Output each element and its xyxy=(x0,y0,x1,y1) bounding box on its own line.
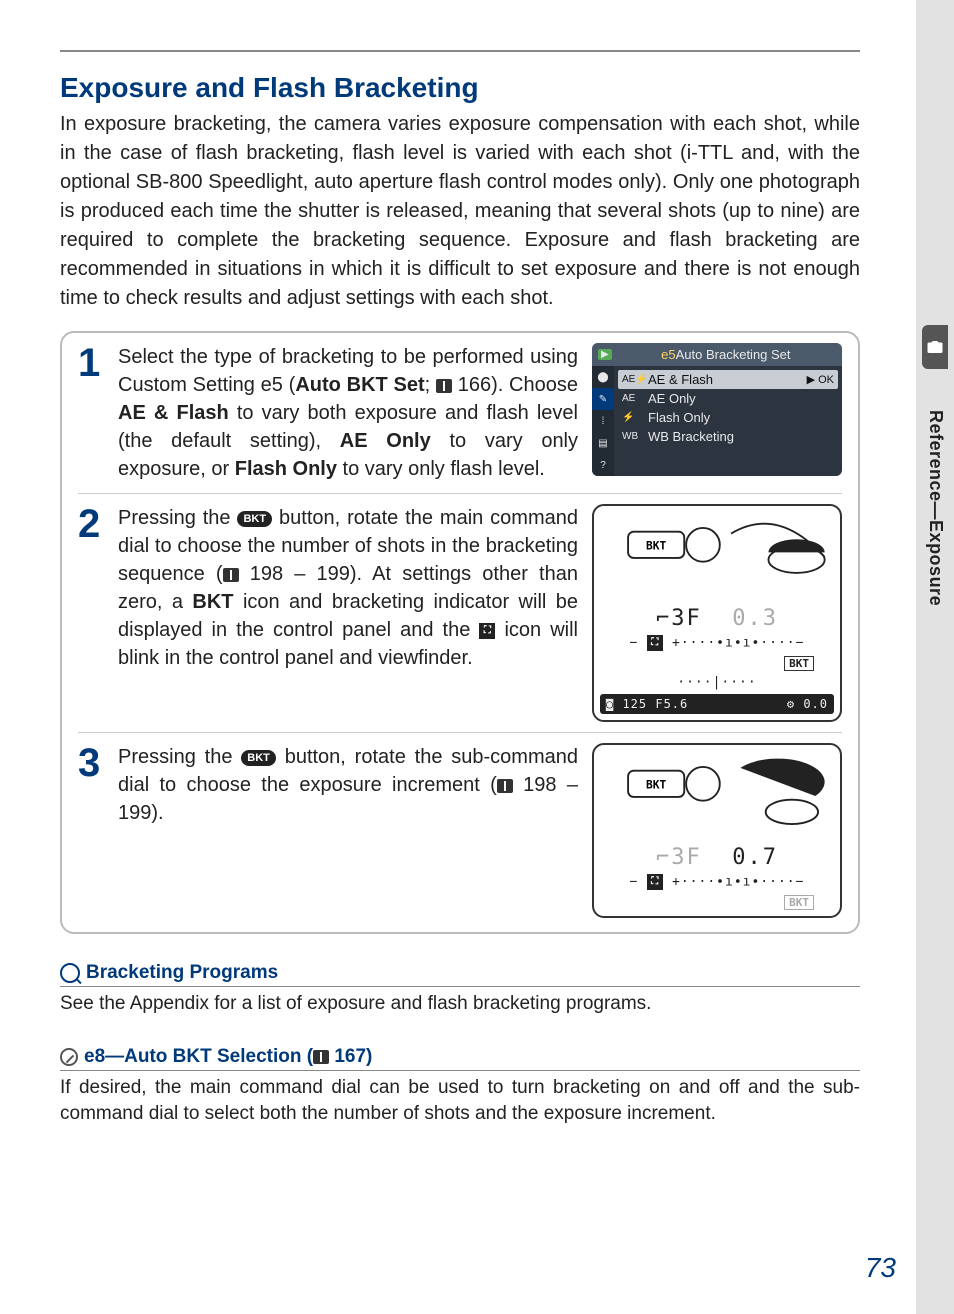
menu-title: e5Auto Bracketing Set xyxy=(616,347,836,362)
menu-item-flash-only: ⚡Flash Only xyxy=(618,408,838,427)
lcd-scale-lower: ····|···· xyxy=(600,675,834,690)
camera-top-dial: BKT xyxy=(600,512,834,602)
menu-item-ae-flash: AE⚡AE & Flash▶ OK xyxy=(618,370,838,389)
tab-icon: ⬤ xyxy=(592,366,614,388)
intro-paragraph: In exposure bracketing, the camera varie… xyxy=(60,110,860,313)
note-body: See the Appendix for a list of exposure … xyxy=(60,991,860,1018)
side-section-label: Reference—Exposure xyxy=(925,410,946,606)
step-1-text: Select the type of bracketing to be perf… xyxy=(118,343,578,483)
camera-icon xyxy=(926,338,944,356)
note-title: e8—Auto BKT Selection ( 167) xyxy=(84,1046,372,1068)
lcd-scale: − ⛶ +····∙ı∙ı∙····− xyxy=(600,635,834,651)
bkt-indicator: BKT xyxy=(784,656,814,671)
exposure-comp-icon: ⛶ xyxy=(479,623,495,639)
step-1: 1 Select the type of bracketing to be pe… xyxy=(78,343,842,483)
text: 166). Choose xyxy=(452,374,578,396)
step-number: 1 xyxy=(78,343,108,483)
camera-diagram: BKT ⌐3F 0.7 − ⛶ +····∙ı∙ı∙····− BKT xyxy=(592,743,842,918)
camera-top-dial: BKT xyxy=(600,751,834,841)
menu-list: AE⚡AE & Flash▶ OK AEAE Only ⚡Flash Only … xyxy=(614,366,842,476)
menu-side-tabs: ⬤ ✎ ⁞ ▤ ? xyxy=(592,366,614,476)
text: Pressing the xyxy=(118,507,237,529)
tab-icon: ✎ xyxy=(592,388,614,410)
bkt-indicator: BKT xyxy=(784,895,814,910)
note-bracketing-programs: Bracketing Programs See the Appendix for… xyxy=(60,962,860,1018)
step-2: 2 Pressing the BKT button, rotate the ma… xyxy=(78,504,842,722)
manual-page-icon xyxy=(497,779,513,793)
exposure-comp-icon: ⛶ xyxy=(647,635,663,651)
manual-page-icon xyxy=(223,568,239,582)
viewfinder-readout: ◙ 125 F5.6 ⚙ 0.0 xyxy=(600,694,834,714)
note-body: If desired, the main command dial can be… xyxy=(60,1075,860,1128)
step-3: 3 Pressing the BKT button, rotate the su… xyxy=(78,743,842,918)
step-2-text: Pressing the BKT button, rotate the main… xyxy=(118,504,578,722)
tab-icon: ▤ xyxy=(592,432,614,454)
text-bold: AE & Flash xyxy=(118,402,229,424)
menu-screenshot: ▶ e5Auto Bracketing Set ⬤ ✎ ⁞ ▤ ? AE⚡AE &… xyxy=(592,343,842,476)
side-gutter xyxy=(916,0,954,1314)
step-2-figure: BKT ⌐3F 0.3 − ⛶ +····∙ı∙ı∙····− BKT xyxy=(592,504,842,722)
page-number: 73 xyxy=(865,1252,896,1284)
bkt-button-icon: BKT xyxy=(241,750,276,766)
pencil-icon xyxy=(60,1048,78,1066)
step-number: 2 xyxy=(78,504,108,722)
manual-page-icon xyxy=(313,1050,329,1064)
manual-page-icon xyxy=(436,379,452,393)
svg-text:BKT: BKT xyxy=(646,540,667,553)
page-title: Exposure and Flash Bracketing xyxy=(60,72,860,104)
lcd-readout: ⌐3F 0.7 xyxy=(600,845,834,870)
side-tab-icon xyxy=(922,325,948,369)
top-rule xyxy=(60,50,860,52)
steps-container: 1 Select the type of bracketing to be pe… xyxy=(60,331,860,934)
step-separator xyxy=(78,493,842,494)
text: ; xyxy=(425,374,436,396)
text-bold: BKT xyxy=(192,591,233,613)
step-1-figure: ▶ e5Auto Bracketing Set ⬤ ✎ ⁞ ▤ ? AE⚡AE &… xyxy=(592,343,842,483)
text-bold: Auto BKT Set xyxy=(295,374,424,396)
step-separator xyxy=(78,732,842,733)
magnifier-icon xyxy=(60,963,80,983)
camera-diagram: BKT ⌐3F 0.3 − ⛶ +····∙ı∙ı∙····− BKT xyxy=(592,504,842,722)
menu-item-wb-bracketing: WBWB Bracketing xyxy=(618,427,838,446)
step-3-text: Pressing the BKT button, rotate the sub-… xyxy=(118,743,578,918)
bkt-button-icon: BKT xyxy=(237,511,272,527)
text: to vary only flash level. xyxy=(337,458,545,480)
page-content: Exposure and Flash Bracketing In exposur… xyxy=(60,50,860,1128)
text: Pressing the xyxy=(118,746,241,768)
text-bold: AE Only xyxy=(340,430,431,452)
note-e8-selection: e8—Auto BKT Selection ( 167) If desired,… xyxy=(60,1046,860,1128)
tab-icon: ⁞ xyxy=(592,410,614,432)
menu-item-ae-only: AEAE Only xyxy=(618,389,838,408)
note-title: Bracketing Programs xyxy=(86,962,278,984)
step-number: 3 xyxy=(78,743,108,918)
svg-text:BKT: BKT xyxy=(646,779,667,792)
text-bold: Flash Only xyxy=(235,458,337,480)
lcd-readout: ⌐3F 0.3 xyxy=(600,606,834,631)
exposure-comp-icon: ⛶ xyxy=(647,874,663,890)
menu-play-icon: ▶ xyxy=(598,349,612,360)
tab-icon: ? xyxy=(592,454,614,476)
step-3-figure: BKT ⌐3F 0.7 − ⛶ +····∙ı∙ı∙····− BKT xyxy=(592,743,842,918)
lcd-scale: − ⛶ +····∙ı∙ı∙····− xyxy=(600,874,834,890)
